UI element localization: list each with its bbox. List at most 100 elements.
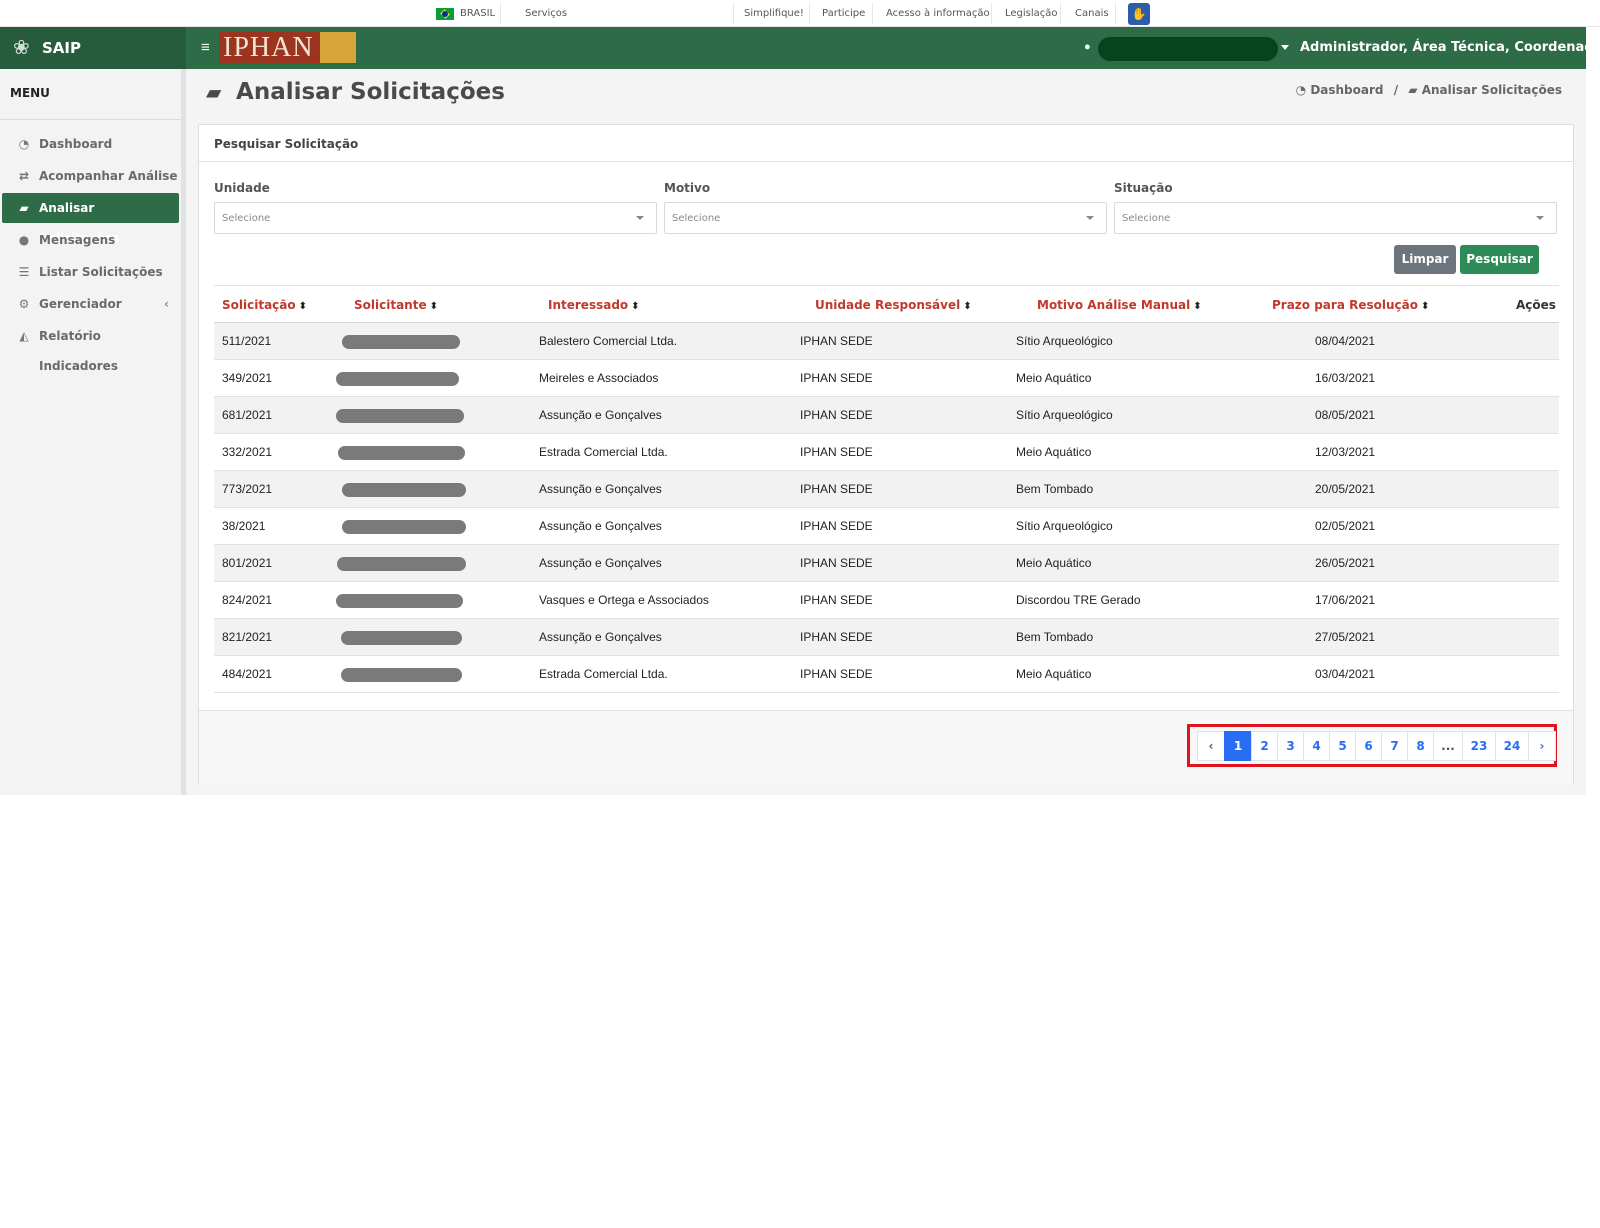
cell-interessado: Assunção e Gonçalves <box>539 482 662 496</box>
cell-motivo: Bem Tombado <box>1016 630 1094 644</box>
pagination-page-7[interactable]: 7 <box>1381 731 1408 761</box>
cell-solicitacao: 349/2021 <box>222 371 273 385</box>
chevron-down-icon <box>1536 216 1544 220</box>
solicitante-redacted <box>342 520 466 534</box>
pagination-page-4[interactable]: 4 <box>1303 731 1330 761</box>
solicitante-redacted <box>336 372 459 386</box>
libras-accessibility-icon[interactable]: ✋ <box>1128 3 1150 25</box>
table-row[interactable]: 332/2021 Estrada Comercial Ltda. IPHAN SED… <box>214 434 1559 471</box>
gov-simplifique-link[interactable]: Simplifique! <box>744 0 804 27</box>
book-icon: ▰ <box>19 201 29 215</box>
sidebar-item-label: Gerenciador <box>39 297 122 311</box>
chat-icon[interactable]: ● <box>1084 41 1091 53</box>
cell-solicitacao: 801/2021 <box>222 556 273 570</box>
unidade-select[interactable]: Selecione <box>214 202 657 234</box>
sidebar-item-gerenciador[interactable]: ⚙ Gerenciador ‹ <box>2 289 179 319</box>
unidade-label: Unidade <box>214 181 270 195</box>
page-title-text: Analisar Solicitações <box>236 79 505 105</box>
col-acoes: Ações <box>1516 298 1556 312</box>
menu-toggle-icon[interactable]: ≡ <box>201 38 213 58</box>
app-brand[interactable]: ❀ SAIP <box>0 27 186 69</box>
pagination-page-5[interactable]: 5 <box>1329 731 1356 761</box>
sidebar-item-relatorio-indicadores[interactable]: ◭ Relatório Indicadores <box>2 321 179 373</box>
select-placeholder: Selecione <box>222 213 271 224</box>
sidebar-item-dashboard[interactable]: ◔ Dashboard <box>2 129 179 159</box>
area-chart-icon: ◭ <box>19 329 29 343</box>
cell-motivo: Meio Aquático <box>1016 556 1092 570</box>
book-icon: ▰ <box>206 80 222 104</box>
gov-acesso-informacao-link[interactable]: Acesso à informação <box>886 0 990 27</box>
app-name: SAIP <box>42 39 81 57</box>
col-unidade-responsavel[interactable]: Unidade Responsável ⬍ <box>815 286 972 326</box>
sidebar-item-acompanhar-analise[interactable]: ⇄ Acompanhar Análise <box>2 161 179 191</box>
table-row[interactable]: 773/2021 Assunção e Gonçalves IPHAN SEDE Be… <box>214 471 1559 508</box>
table-row[interactable]: 484/2021 Estrada Comercial Ltda. IPHAN SED… <box>214 656 1559 693</box>
search-button[interactable]: Pesquisar <box>1460 245 1539 274</box>
select-placeholder: Selecione <box>672 213 721 224</box>
cell-unidade: IPHAN SEDE <box>800 445 873 459</box>
col-prazo-resolucao[interactable]: Prazo para Resolução ⬍ <box>1272 286 1429 326</box>
pagination-page-23[interactable]: 23 <box>1462 731 1496 761</box>
cell-interessado: Meireles e Associados <box>539 371 659 385</box>
sidebar-item-listar-solicitacoes[interactable]: ☰ Listar Solicitações <box>2 257 179 287</box>
cell-solicitacao: 821/2021 <box>222 630 273 644</box>
pagination-page-1[interactable]: 1 <box>1224 731 1252 761</box>
pagination-next[interactable]: › <box>1528 731 1556 761</box>
clear-button[interactable]: Limpar <box>1394 245 1456 274</box>
select-placeholder: Selecione <box>1122 213 1171 224</box>
table-row[interactable]: 681/2021 Assunção e Gonçalves IPHAN SEDE Sí… <box>214 397 1559 434</box>
cell-solicitacao: 773/2021 <box>222 482 273 496</box>
cell-interessado: Estrada Comercial Ltda. <box>539 445 668 459</box>
table-row[interactable]: 821/2021 Assunção e Gonçalves IPHAN SEDE Be… <box>214 619 1559 656</box>
solicitante-redacted <box>337 557 466 571</box>
pagination-page-24[interactable]: 24 <box>1495 731 1529 761</box>
cell-prazo: 27/05/2021 <box>1315 630 1376 644</box>
cell-unidade: IPHAN SEDE <box>800 593 873 607</box>
pagination-page-3[interactable]: 3 <box>1277 731 1304 761</box>
cell-unidade: IPHAN SEDE <box>800 556 873 570</box>
pagination-prev[interactable]: ‹ <box>1197 731 1225 761</box>
cell-interessado: Assunção e Gonçalves <box>539 630 662 644</box>
user-name-redacted[interactable] <box>1098 37 1278 61</box>
col-interessado[interactable]: Interessado ⬍ <box>548 286 640 326</box>
pagination-page-8[interactable]: 8 <box>1407 731 1434 761</box>
cell-prazo: 12/03/2021 <box>1315 445 1376 459</box>
table-row[interactable]: 511/2021 Balestero Comercial Ltda. IPHAN S… <box>214 323 1559 360</box>
exchange-icon: ⇄ <box>18 169 30 183</box>
table-row[interactable]: 349/2021 Meireles e Associados IPHAN SEDE M… <box>214 360 1559 397</box>
pagination-page-6[interactable]: 6 <box>1355 731 1382 761</box>
motivo-select[interactable]: Selecione <box>664 202 1107 234</box>
cell-prazo: 08/04/2021 <box>1315 334 1376 348</box>
card-header: Pesquisar Solicitação <box>199 125 1573 162</box>
table-row[interactable]: 38/2021 Assunção e Gonçalves IPHAN SEDE Sít… <box>214 508 1559 545</box>
sidebar-item-mensagens[interactable]: ● Mensagens <box>2 225 179 255</box>
pagination-page-2[interactable]: 2 <box>1251 731 1278 761</box>
sidebar-title: MENU <box>10 86 50 100</box>
situacao-select[interactable]: Selecione <box>1114 202 1557 234</box>
gov-brasil-link[interactable]: BRASIL <box>460 0 495 27</box>
sidebar-item-analisar-solicitacoes[interactable]: ▰ Analisar Solicitações <box>2 193 179 245</box>
sidebar-item-label: Mensagens <box>39 233 116 247</box>
cell-unidade: IPHAN SEDE <box>800 630 873 644</box>
sidebar-item-label: Relatório Indicadores <box>39 329 118 373</box>
sidebar: MENU ◔ Dashboard ⇄ Acompanhar Análise ▰ … <box>0 69 186 795</box>
solicitante-redacted <box>341 668 462 682</box>
user-role-menu[interactable]: Administrador, Área Técnica, Coordenação… <box>1300 27 1600 69</box>
col-solicitante[interactable]: Solicitante ⬍ <box>354 286 438 326</box>
gov-servicos-link[interactable]: Serviços <box>525 0 567 27</box>
chevron-left-icon: ‹ <box>164 297 169 311</box>
gov-participe-link[interactable]: Participe <box>822 0 865 27</box>
gov-legislacao-link[interactable]: Legislação <box>1005 0 1058 27</box>
chevron-down-icon[interactable] <box>1281 45 1289 50</box>
list-icon: ☰ <box>18 265 30 279</box>
col-motivo-analise[interactable]: Motivo Análise Manual ⬍ <box>1037 286 1202 326</box>
breadcrumb-dashboard[interactable]: Dashboard <box>1310 83 1383 97</box>
main-content: ▰ Analisar Solicitações ◔ Dashboard / ▰ … <box>186 69 1586 795</box>
table-row[interactable]: 824/2021 Vasques e Ortega e Associados IPH… <box>214 582 1559 619</box>
cell-prazo: 20/05/2021 <box>1315 482 1376 496</box>
gov-canais-link[interactable]: Canais <box>1075 0 1109 27</box>
table-row[interactable]: 801/2021 Assunção e Gonçalves IPHAN SEDE Me… <box>214 545 1559 582</box>
search-card: Pesquisar Solicitação Unidade Selecione … <box>198 124 1574 785</box>
col-solicitacao[interactable]: Solicitação ⬍ <box>222 286 307 326</box>
table-header: Solicitação ⬍ Solicitante ⬍ Interessado ⬍ U… <box>214 285 1559 323</box>
